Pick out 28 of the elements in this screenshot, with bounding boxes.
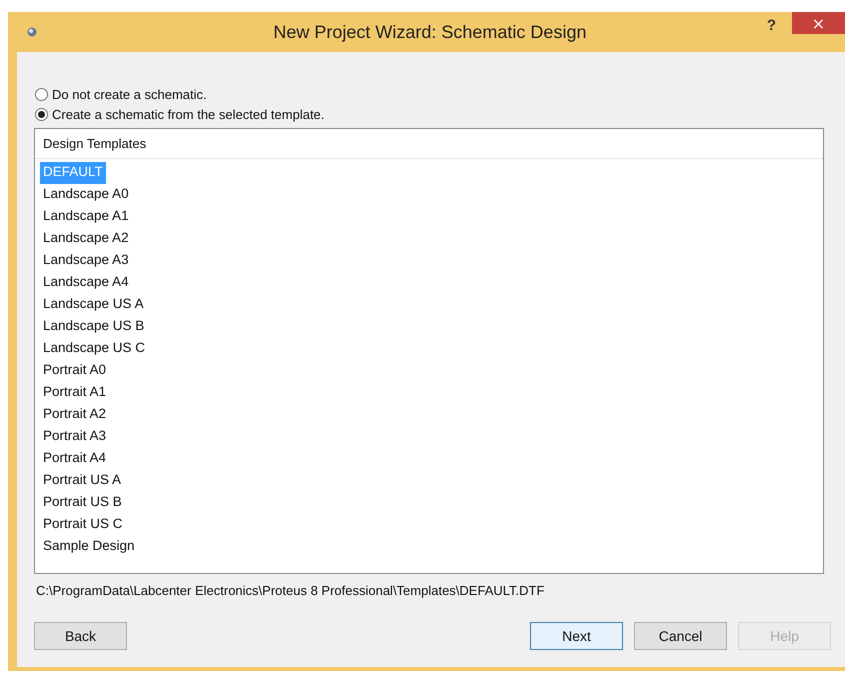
list-item[interactable]: Portrait A0 xyxy=(40,360,110,382)
radio-option[interactable]: Create a schematic from the selected template. xyxy=(35,106,831,122)
dialog-button[interactable]: Next xyxy=(530,622,623,650)
list-item[interactable]: Landscape US A xyxy=(40,294,147,316)
list-item[interactable]: Landscape A1 xyxy=(40,206,132,228)
list-item[interactable]: Portrait A4 xyxy=(40,448,110,470)
radio-option[interactable]: Do not create a schematic. xyxy=(35,86,831,102)
column-header: Design Templates xyxy=(35,129,823,159)
close-button[interactable]: × xyxy=(792,12,845,34)
list-item[interactable]: Landscape A2 xyxy=(40,228,132,250)
template-path: C:\ProgramData\Labcenter Electronics\Proteus 8 Professional\Templates\DEFAULT.DTF xyxy=(36,583,546,598)
list-item[interactable]: Portrait A1 xyxy=(40,382,110,404)
dialog-button[interactable]: Cancel xyxy=(634,622,727,650)
list-item[interactable]: Sample Design xyxy=(40,536,138,558)
list-item[interactable]: Portrait US C xyxy=(40,514,126,536)
help-button[interactable]: ? xyxy=(762,16,780,34)
list-item[interactable]: Landscape US C xyxy=(40,338,148,360)
list-item[interactable]: Landscape US B xyxy=(40,316,148,338)
window-title: New Project Wizard: Schematic Design xyxy=(272,22,588,42)
list-item[interactable]: Portrait A2 xyxy=(40,404,110,426)
list-item[interactable]: Landscape A3 xyxy=(40,250,132,272)
list-item[interactable]: Portrait US A xyxy=(40,470,124,492)
list-item[interactable]: Portrait US B xyxy=(40,492,125,514)
list-item[interactable]: Landscape A4 xyxy=(40,272,132,294)
app-icon xyxy=(27,27,37,37)
list-item[interactable]: Portrait A3 xyxy=(40,426,110,448)
dialog-button[interactable]: Back xyxy=(34,622,127,650)
list-item[interactable]: Landscape A0 xyxy=(40,184,132,206)
